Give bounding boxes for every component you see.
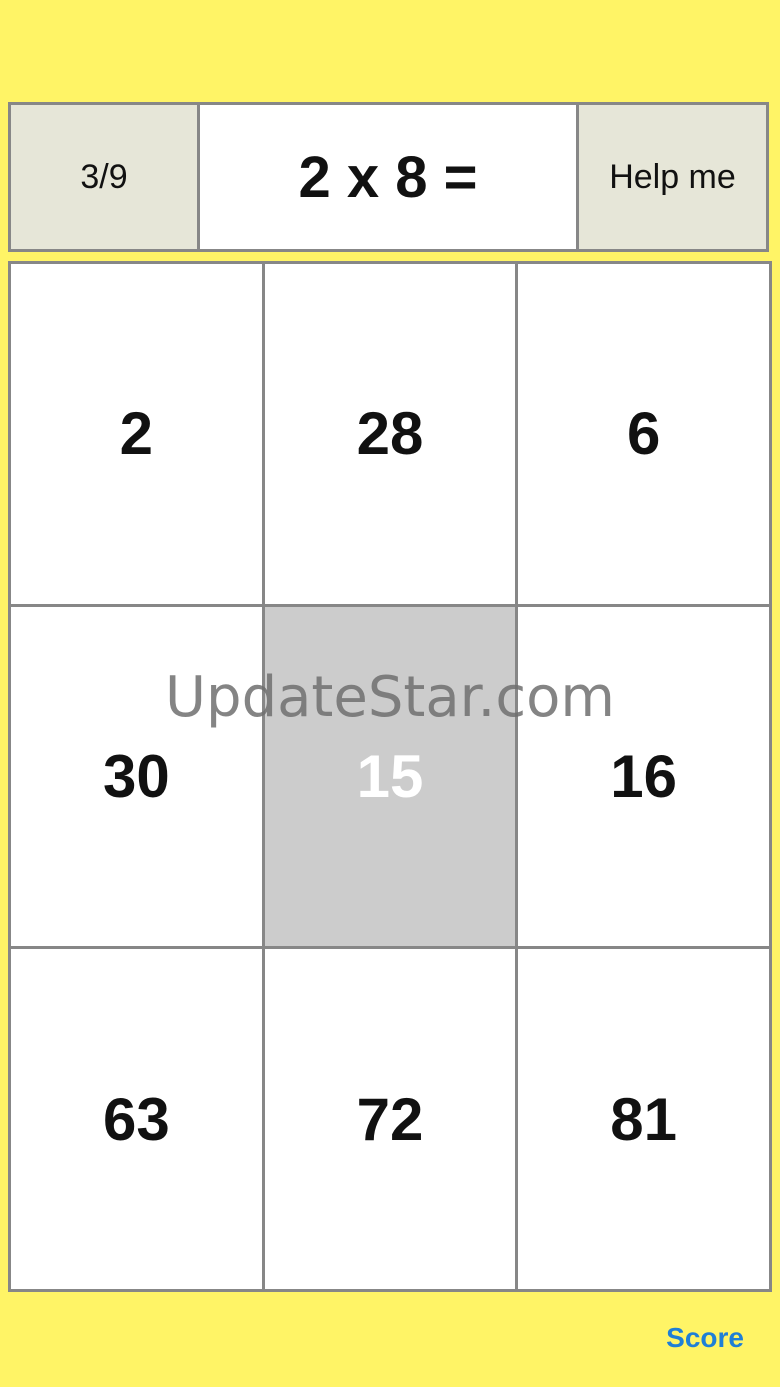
progress-counter: 3/9 [8,102,200,252]
answer-tile[interactable]: 72 [264,949,516,1289]
answer-tile-selected[interactable]: 15 [264,606,516,947]
question-header: 3/9 2 x 8 = Help me [8,102,772,252]
answer-tile[interactable]: 30 [11,606,262,947]
answer-tile[interactable]: 6 [518,264,769,604]
answer-tile[interactable]: 28 [264,264,516,604]
score-button[interactable]: Score [666,1322,744,1354]
answer-tile[interactable]: 63 [11,949,262,1289]
answer-grid: 2 28 6 30 15 16 63 72 81 [8,261,772,1292]
answer-tile[interactable]: 2 [11,264,262,604]
answer-tile[interactable]: 16 [518,606,769,947]
help-me-button[interactable]: Help me [576,102,769,252]
question-text: 2 x 8 = [197,102,579,252]
answer-tile[interactable]: 81 [518,949,769,1289]
